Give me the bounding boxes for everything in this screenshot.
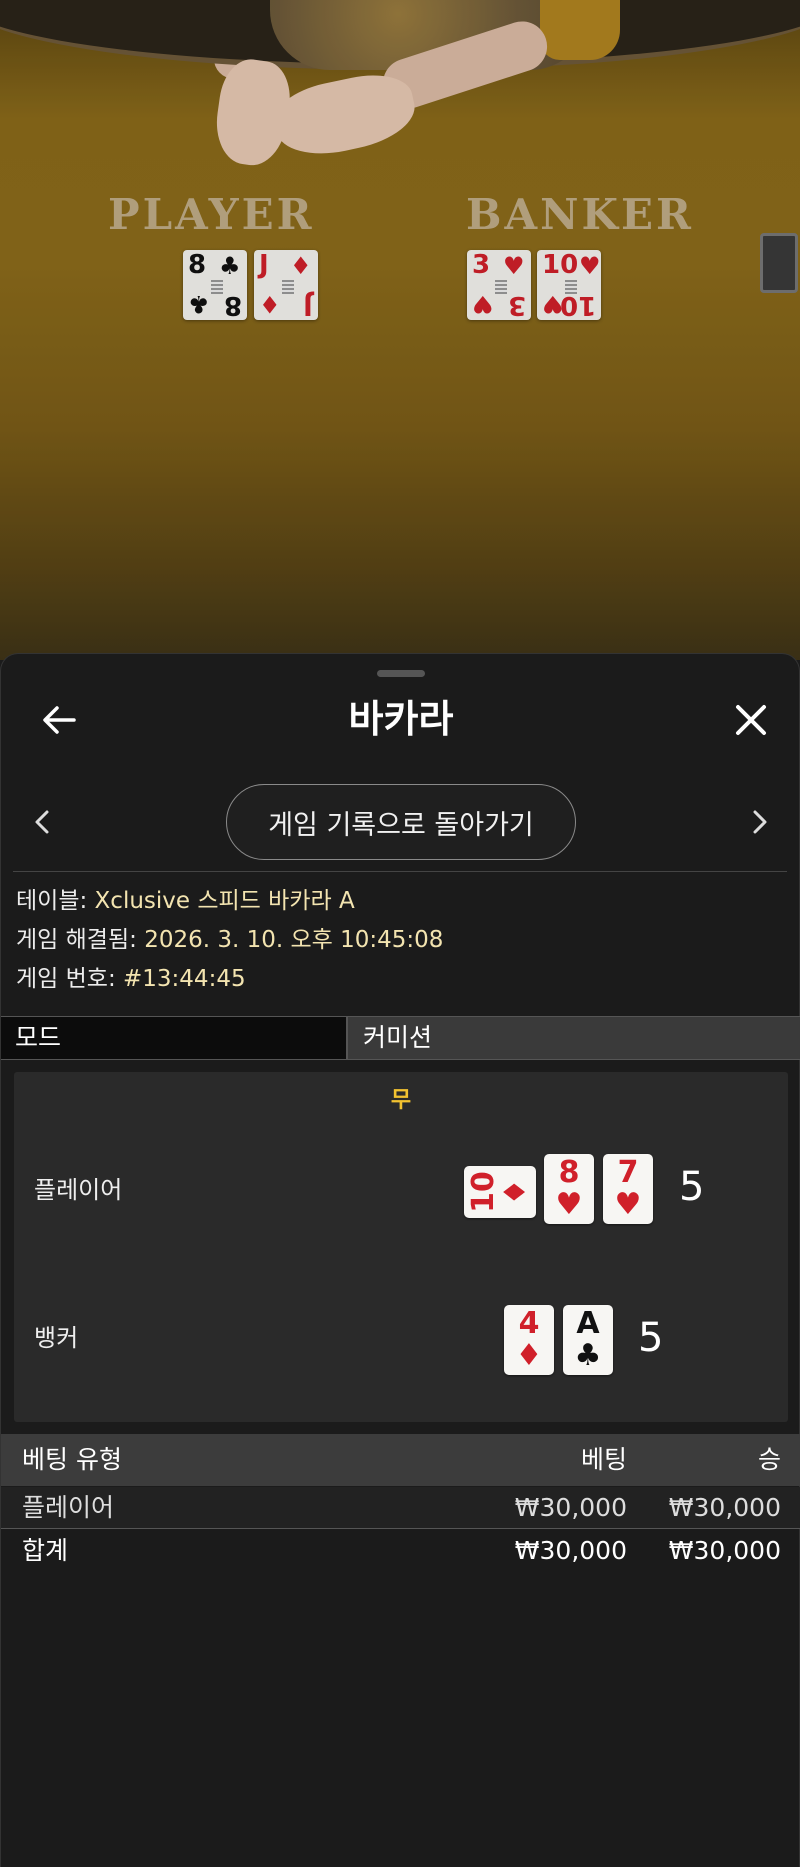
- total-bet: ₩30,000: [514, 1536, 627, 1565]
- game-navigation: 게임 기록으로 돌아가기: [1, 782, 800, 862]
- mode-row: 모드 커미션: [1, 1016, 800, 1060]
- player-card: 8 ♥: [544, 1154, 594, 1224]
- player-card: 7 ♥: [603, 1154, 653, 1224]
- total-row: 합계 ₩30,000 ₩30,000: [1, 1530, 800, 1572]
- sheet-drag-handle[interactable]: [377, 670, 425, 677]
- close-icon: [736, 705, 766, 735]
- game-number-info: 게임 번호: #13:44:45: [16, 964, 246, 994]
- player-card: 10 ♦: [464, 1166, 536, 1218]
- close-button[interactable]: [727, 696, 775, 744]
- previous-game-button[interactable]: [18, 798, 66, 846]
- mode-value: 커미션: [346, 1017, 800, 1059]
- banker-card: 4 ♦: [504, 1305, 554, 1375]
- banker-score: 5: [638, 1315, 664, 1361]
- next-game-button[interactable]: [736, 798, 784, 846]
- game-number-value: #13:44:45: [123, 966, 246, 992]
- banker-side-label: 뱅커: [34, 1324, 79, 1352]
- back-to-history-button[interactable]: 게임 기록으로 돌아가기: [226, 784, 576, 860]
- game-number-label: 게임 번호:: [16, 966, 116, 992]
- page-title: 바카라: [348, 697, 454, 741]
- chevron-left-icon: [35, 810, 49, 834]
- total-win: ₩30,000: [668, 1536, 781, 1565]
- bet-type-cell: 플레이어: [22, 1493, 115, 1522]
- table-info-label: 테이블:: [16, 888, 88, 914]
- win-amount-header: 승: [757, 1445, 781, 1474]
- bet-amount-header: 베팅: [580, 1445, 627, 1474]
- bets-table-header: 베팅 유형 베팅 승: [1, 1434, 800, 1486]
- total-label: 합계: [22, 1536, 69, 1565]
- table-info: 테이블: Xclusive 스피드 바카라 A: [16, 886, 355, 916]
- outcome-label: 무: [390, 1088, 412, 1113]
- win-amount-cell: ₩30,000: [668, 1493, 781, 1522]
- player-side-label: 플레이어: [34, 1176, 123, 1204]
- live-video: PLAYER BANKER 8 ♣ ♣ 8 J ♦ ♦ J 3 ♥ ♥ 3 10 ♥ ♥ 10: [0, 0, 800, 660]
- mode-label: 모드: [1, 1017, 346, 1059]
- table-row: 플레이어 ₩30,000 ₩30,000: [1, 1487, 800, 1529]
- sheet-header: 바카라: [1, 682, 800, 762]
- resolved-info: 게임 해결됨: 2026. 3. 10. 오후 10:45:08: [16, 925, 443, 955]
- banker-card: A ♣: [563, 1305, 613, 1375]
- resolved-info-value: 2026. 3. 10. 오후 10:45:08: [144, 927, 444, 953]
- round-result-panel: 무 플레이어 10 ♦ 8 ♥ 7 ♥ 5 뱅커 4 ♦ A ♣ 5: [14, 1072, 788, 1422]
- divider: [13, 871, 787, 872]
- chevron-right-icon: [753, 810, 767, 834]
- resolved-info-label: 게임 해결됨:: [16, 927, 137, 953]
- bet-amount-cell: ₩30,000: [514, 1493, 627, 1522]
- bet-type-header: 베팅 유형: [22, 1445, 122, 1474]
- table-info-value: Xclusive 스피드 바카라 A: [94, 888, 355, 914]
- player-score: 5: [679, 1164, 705, 1210]
- game-detail-sheet: 바카라 게임 기록으로 돌아가기 테이블: Xclusive 스피드 바카라 A…: [0, 653, 800, 1867]
